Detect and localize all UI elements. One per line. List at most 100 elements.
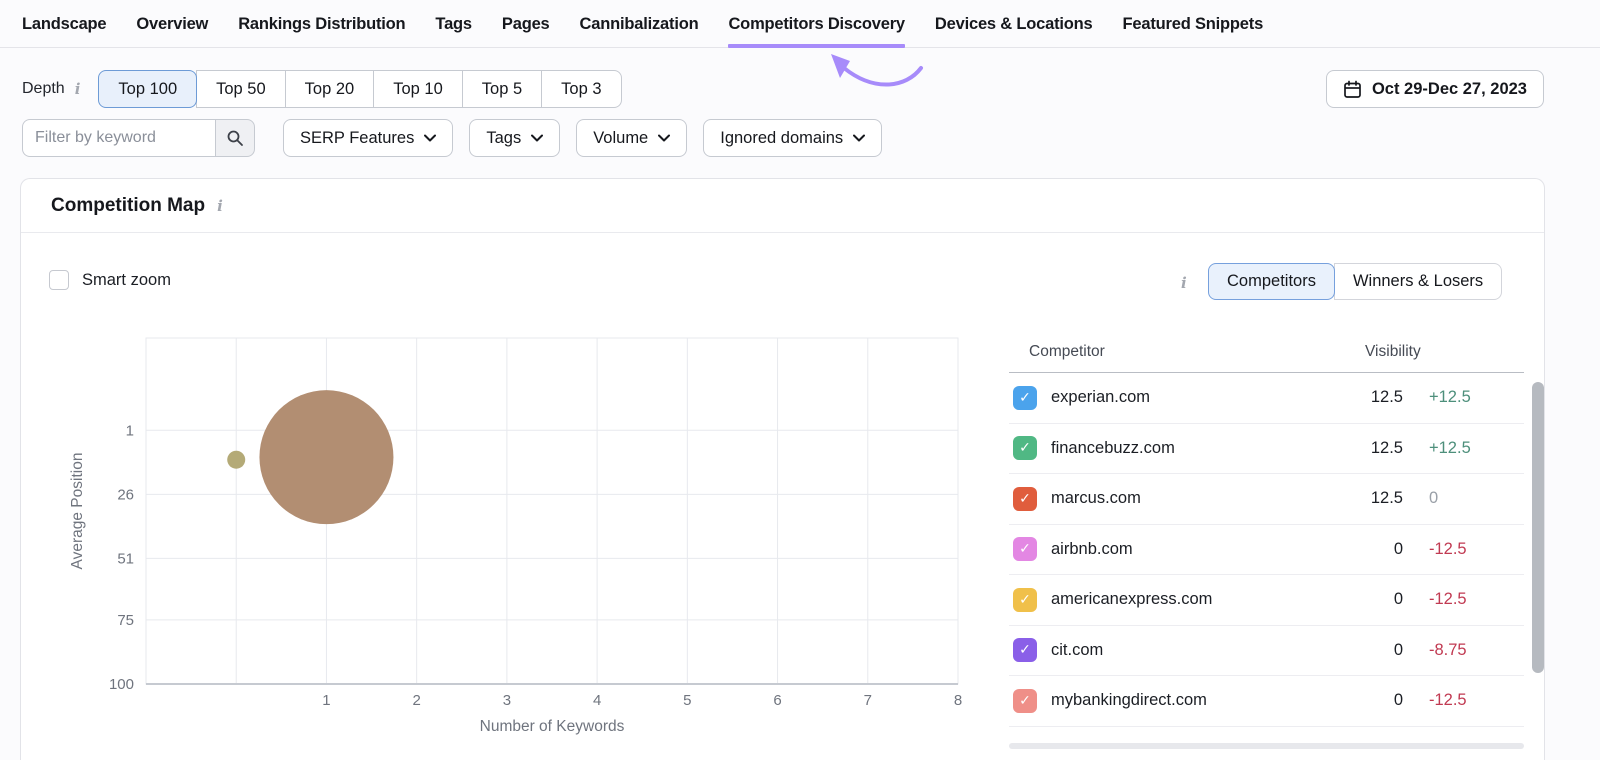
check-icon: ✓ bbox=[1019, 642, 1031, 659]
ignored-domains-dropdown[interactable]: Ignored domains bbox=[703, 119, 883, 157]
y-axis-title: Average Position bbox=[69, 453, 86, 570]
chart-bubble[interactable] bbox=[227, 450, 246, 469]
competitor-checkbox[interactable]: ✓ bbox=[1013, 688, 1037, 713]
x-tick-label: 5 bbox=[683, 692, 691, 709]
check-icon: ✓ bbox=[1019, 389, 1031, 406]
chart-bubble[interactable] bbox=[259, 390, 394, 525]
table-row[interactable]: ✓ experian.com 12.5 +12.5 bbox=[1009, 373, 1524, 424]
horizontal-scrollbar[interactable] bbox=[1009, 743, 1524, 749]
competitors-toggle-button[interactable]: Competitors bbox=[1208, 263, 1335, 300]
competitor-domain: marcus.com bbox=[1051, 489, 1141, 508]
visibility-change: -12.5 bbox=[1429, 691, 1467, 710]
nav-tab-competitors-discovery[interactable]: Competitors Discovery bbox=[728, 0, 924, 87]
x-tick-label: 2 bbox=[412, 692, 420, 709]
table-row[interactable]: ✓ financebuzz.com 12.5 +12.5 bbox=[1009, 424, 1524, 474]
nav-tab-cannibalization[interactable]: Cannibalization bbox=[580, 0, 699, 48]
nav-tab-tags[interactable]: Tags bbox=[435, 0, 472, 48]
x-tick-label: 4 bbox=[593, 692, 601, 709]
smart-zoom-label: Smart zoom bbox=[82, 270, 171, 289]
keyword-filter-input[interactable] bbox=[22, 119, 215, 157]
y-tick-label: 51 bbox=[117, 550, 134, 567]
depth-top-3-button[interactable]: Top 3 bbox=[541, 70, 622, 108]
tags-dropdown[interactable]: Tags bbox=[469, 119, 561, 157]
competition-map-info-icon[interactable]: i bbox=[215, 197, 225, 215]
winners-losers-toggle-button[interactable]: Winners & Losers bbox=[1333, 263, 1503, 300]
plot-area-border bbox=[145, 337, 959, 685]
x-tick-label: 6 bbox=[773, 692, 781, 709]
calendar-icon bbox=[1344, 80, 1361, 98]
date-range-label: Oct 29-Dec 27, 2023 bbox=[1371, 79, 1527, 98]
y-tick-label: 1 bbox=[126, 422, 134, 439]
nav-tab-rankings-distribution[interactable]: Rankings Distribution bbox=[238, 0, 405, 48]
visibility-value: 12.5 bbox=[1370, 438, 1403, 457]
visibility-change: -12.5 bbox=[1429, 590, 1467, 609]
search-icon bbox=[227, 130, 243, 146]
competitor-column-header: Competitor bbox=[1029, 342, 1105, 360]
view-toggle: Competitors Winners & Losers bbox=[1208, 263, 1503, 300]
depth-info-icon[interactable]: i bbox=[73, 80, 83, 98]
x-tick-label: 3 bbox=[503, 692, 511, 709]
competitor-checkbox[interactable]: ✓ bbox=[1013, 436, 1037, 461]
depth-top-10-button[interactable]: Top 10 bbox=[373, 70, 463, 108]
competitor-domain: americanexpress.com bbox=[1051, 590, 1213, 609]
table-row[interactable]: ✓ cit.com 0 -8.75 bbox=[1009, 626, 1524, 676]
check-icon: ✓ bbox=[1019, 692, 1031, 709]
depth-top-50-button[interactable]: Top 50 bbox=[196, 70, 286, 108]
competitor-domain: mybankingdirect.com bbox=[1051, 691, 1207, 710]
competitor-checkbox[interactable]: ✓ bbox=[1013, 587, 1037, 612]
visibility-change: -8.75 bbox=[1429, 640, 1467, 659]
competitor-domain: airbnb.com bbox=[1051, 539, 1133, 558]
visibility-value: 0 bbox=[1393, 691, 1403, 710]
competitor-checkbox[interactable]: ✓ bbox=[1013, 486, 1037, 511]
depth-top-100-button[interactable]: Top 100 bbox=[98, 70, 198, 108]
visibility-value: 12.5 bbox=[1370, 489, 1403, 508]
table-row[interactable]: ✓ marcus.com 12.5 0 bbox=[1009, 474, 1524, 525]
y-tick-label: 100 bbox=[109, 676, 134, 693]
visibility-value: 0 bbox=[1393, 590, 1403, 609]
nav-tab-pages[interactable]: Pages bbox=[502, 0, 550, 48]
table-row[interactable]: ✓ americanexpress.com 0 -12.5 bbox=[1009, 575, 1524, 626]
nav-tab-featured-snippets[interactable]: Featured Snippets bbox=[1123, 0, 1264, 48]
keyword-filter bbox=[22, 119, 255, 157]
filter-row: SERP Features Tags Volume Ignored domain… bbox=[22, 119, 898, 157]
top-navigation: Landscape Overview Rankings Distribution… bbox=[0, 0, 1600, 87]
card-title: Competition Map bbox=[51, 194, 206, 216]
x-tick-label: 8 bbox=[954, 692, 962, 709]
competitor-checkbox[interactable]: ✓ bbox=[1013, 638, 1037, 663]
annotation-arrow-icon bbox=[831, 54, 924, 87]
keyword-search-button[interactable] bbox=[215, 119, 255, 157]
competition-map-card: Competition Map i Smart zoom i Competito… bbox=[20, 178, 1545, 760]
nav-tab-landscape[interactable]: Landscape bbox=[22, 0, 107, 48]
smart-zoom-checkbox[interactable] bbox=[49, 270, 69, 290]
view-toggle-info-icon[interactable]: i bbox=[1179, 274, 1189, 292]
nav-tab-devices-locations[interactable]: Devices & Locations bbox=[935, 0, 1093, 48]
depth-label: Depth bbox=[22, 80, 65, 97]
competitor-checkbox[interactable]: ✓ bbox=[1013, 385, 1037, 410]
competitor-domain: financebuzz.com bbox=[1051, 438, 1175, 457]
card-header: Competition Map i bbox=[21, 179, 1544, 233]
vertical-scrollbar-thumb[interactable] bbox=[1532, 382, 1544, 673]
check-icon: ✓ bbox=[1019, 591, 1031, 608]
depth-top-5-button[interactable]: Top 5 bbox=[461, 70, 543, 108]
check-icon: ✓ bbox=[1019, 541, 1031, 558]
visibility-change: +12.5 bbox=[1429, 438, 1471, 457]
competitors-discovery-page: Landscape Overview Rankings Distribution… bbox=[0, 0, 1600, 760]
chevron-down-icon bbox=[658, 134, 671, 142]
visibility-change: -12.5 bbox=[1429, 539, 1467, 558]
serp-features-dropdown[interactable]: SERP Features bbox=[283, 119, 454, 157]
date-range-button[interactable]: Oct 29-Dec 27, 2023 bbox=[1325, 70, 1544, 108]
table-row[interactable]: ✓ airbnb.com 0 -12.5 bbox=[1009, 525, 1524, 575]
y-tick-label: 26 bbox=[117, 486, 134, 503]
competition-map-chart: 1 2 3 4 5 6 7 8 1 26 51 75 100 Number of Keywords Aver… bbox=[69, 337, 962, 735]
x-tick-label: 7 bbox=[864, 692, 872, 709]
check-icon: ✓ bbox=[1019, 440, 1031, 457]
volume-dropdown[interactable]: Volume bbox=[576, 119, 688, 157]
depth-top-20-button[interactable]: Top 20 bbox=[284, 70, 375, 108]
table-row[interactable]: ✓ mybankingdirect.com 0 -12.5 bbox=[1009, 676, 1524, 727]
competitor-checkbox[interactable]: ✓ bbox=[1013, 537, 1037, 562]
check-icon: ✓ bbox=[1019, 490, 1031, 507]
x-tick-label: 1 bbox=[322, 692, 330, 709]
competitor-domain: cit.com bbox=[1051, 640, 1104, 659]
nav-tab-overview[interactable]: Overview bbox=[136, 0, 208, 48]
visibility-change: 0 bbox=[1429, 489, 1439, 508]
